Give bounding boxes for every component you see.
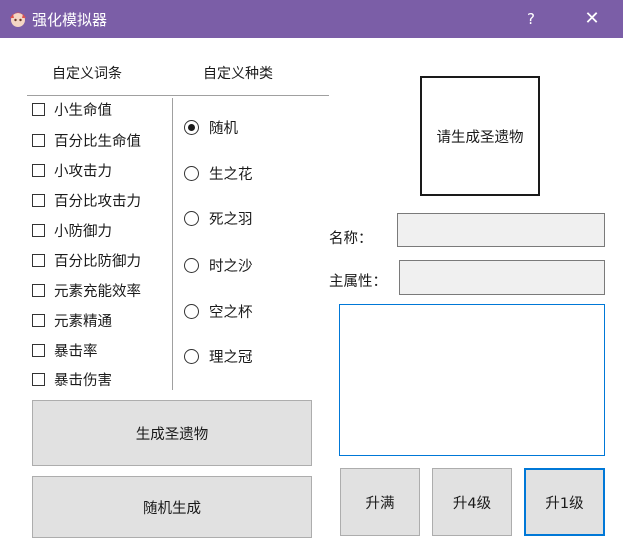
checkbox-icon — [32, 343, 45, 357]
affix-label: 小攻击力 — [54, 163, 112, 180]
checkbox-icon — [32, 102, 45, 116]
type-radio[interactable]: 死之羽 — [184, 207, 253, 229]
affix-checkbox[interactable]: 百分比攻击力 — [32, 189, 141, 211]
checkbox-icon — [32, 253, 45, 267]
affix-label: 小生命值 — [54, 102, 112, 119]
affix-checkbox[interactable]: 小生命值 — [32, 98, 112, 120]
affix-label: 小防御力 — [54, 223, 112, 240]
checkbox-icon — [32, 313, 45, 327]
checkbox-icon — [32, 283, 45, 297]
main-stat-field[interactable] — [399, 260, 605, 295]
affix-checkbox[interactable]: 小攻击力 — [32, 159, 112, 181]
affix-label: 暴击伤害 — [54, 372, 112, 389]
type-radio[interactable]: 随机 — [184, 116, 238, 138]
affix-checkbox[interactable]: 暴击率 — [32, 339, 98, 361]
name-label: 名称： — [329, 231, 373, 247]
type-radio[interactable]: 理之冠 — [184, 345, 253, 367]
affix-checkbox[interactable]: 百分比防御力 — [32, 249, 141, 271]
type-radio[interactable]: 空之杯 — [184, 300, 253, 322]
help-button[interactable]: ? — [518, 6, 544, 32]
checkbox-icon — [32, 133, 45, 147]
type-label: 理之冠 — [209, 349, 253, 366]
checkbox-icon — [32, 193, 45, 207]
main-stat-label: 主属性： — [329, 274, 387, 290]
type-label: 随机 — [209, 120, 238, 137]
column-divider — [172, 98, 173, 390]
type-radio[interactable]: 生之花 — [184, 162, 253, 184]
affix-header: 自定义词条 — [52, 66, 122, 82]
affix-label: 元素精通 — [54, 313, 112, 330]
radio-icon — [184, 348, 199, 364]
close-button[interactable]: ✕ — [577, 6, 607, 32]
app-icon — [10, 12, 26, 27]
type-label: 生之花 — [209, 166, 253, 183]
affix-checkbox[interactable]: 小防御力 — [32, 219, 112, 241]
type-header: 自定义种类 — [203, 66, 273, 82]
affix-label: 百分比生命值 — [54, 133, 141, 150]
radio-icon — [184, 210, 199, 226]
checkbox-icon — [32, 223, 45, 237]
radio-selected-icon — [184, 119, 199, 135]
name-field[interactable] — [397, 213, 605, 247]
upgrade-1-button[interactable]: 升1级 — [524, 468, 605, 536]
affix-label: 元素充能效率 — [54, 283, 141, 300]
substats-textarea[interactable] — [339, 304, 605, 456]
type-label: 空之杯 — [209, 304, 253, 321]
affix-checkbox[interactable]: 暴击伤害 — [32, 368, 112, 390]
type-radio[interactable]: 时之沙 — [184, 254, 253, 276]
radio-icon — [184, 303, 199, 319]
random-generate-button[interactable]: 随机生成 — [32, 476, 312, 538]
upgrade-4-button[interactable]: 升4级 — [432, 468, 512, 536]
radio-icon — [184, 165, 199, 181]
checkbox-icon — [32, 163, 45, 177]
affix-label: 百分比攻击力 — [54, 193, 141, 210]
checkbox-icon — [32, 372, 45, 386]
type-label: 时之沙 — [209, 258, 253, 275]
header-divider — [27, 95, 329, 96]
window-title: 强化模拟器 — [32, 11, 108, 29]
title-bar: 强化模拟器 ? ✕ — [0, 0, 623, 38]
affix-checkbox[interactable]: 元素充能效率 — [32, 279, 141, 301]
type-label: 死之羽 — [209, 211, 253, 228]
affix-checkbox[interactable]: 百分比生命值 — [32, 129, 141, 151]
generate-artifact-button[interactable]: 生成圣遗物 — [32, 400, 312, 466]
affix-checkbox[interactable]: 元素精通 — [32, 309, 112, 331]
artifact-preview: 请生成圣遗物 — [420, 76, 540, 196]
affix-label: 暴击率 — [54, 343, 98, 360]
radio-icon — [184, 257, 199, 273]
affix-label: 百分比防御力 — [54, 253, 141, 270]
upgrade-max-button[interactable]: 升满 — [340, 468, 420, 536]
